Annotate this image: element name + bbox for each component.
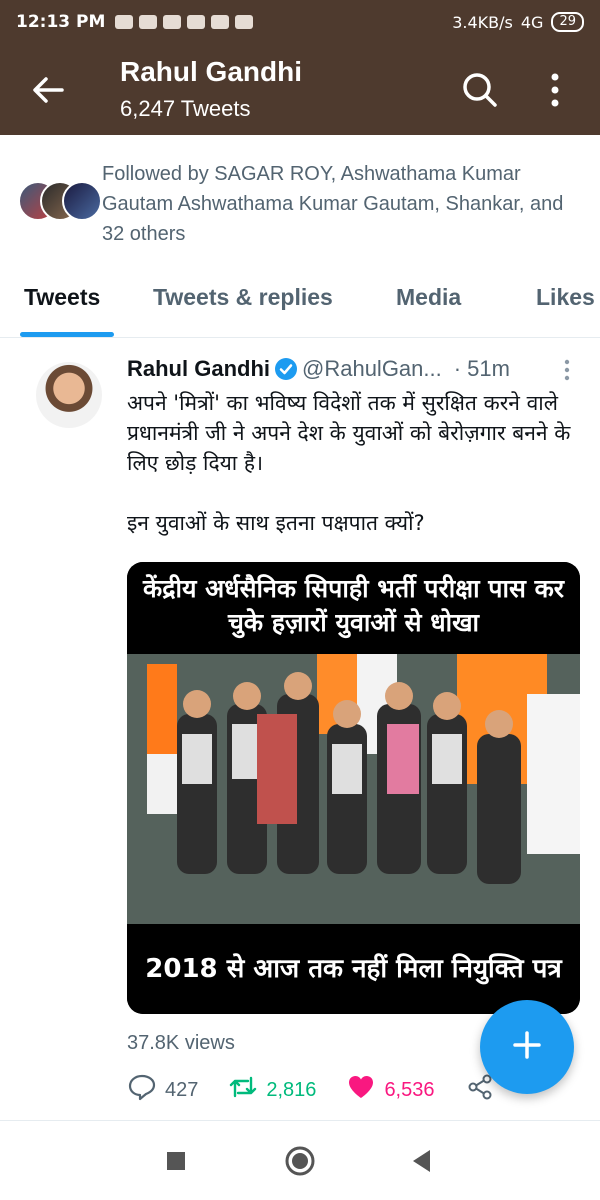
status-bar: 12:13 PM 3.4KB/s 4G 29 [0, 0, 600, 44]
reply-icon [127, 1072, 157, 1108]
media-footer: 2018 से आज तक नहीं मिला नियुक्ति पत्र [127, 924, 580, 1014]
tab-tweets[interactable]: Tweets [24, 284, 100, 311]
tweet-time: · 51m [453, 356, 510, 381]
followed-by-text: Followed by SAGAR ROY, Ashwathama Kumar … [102, 163, 564, 245]
reply-button[interactable]: 427 [127, 1072, 198, 1108]
recents-square-icon[interactable] [160, 1145, 192, 1177]
status-time: 12:13 PM [16, 12, 106, 32]
profile-title: Rahul Gandhi [120, 56, 302, 87]
retweet-count: 2,816 [266, 1078, 317, 1101]
tweet-count: 6,247 Tweets [120, 96, 251, 121]
like-button[interactable]: 6,536 [346, 1072, 435, 1108]
retweet-button[interactable]: 2,816 [228, 1072, 316, 1108]
home-circle-icon[interactable] [284, 1145, 316, 1177]
tweet-header: Rahul Gandhi @RahulGan... · 51m [127, 354, 587, 384]
back-triangle-icon[interactable] [406, 1145, 438, 1177]
notification-icons [115, 15, 254, 29]
compose-tweet-button[interactable] [480, 1000, 574, 1094]
notification-icon [163, 15, 182, 29]
share-icon [465, 1072, 495, 1108]
active-tab-indicator [20, 332, 114, 337]
status-right: 3.4KB/s 4G 29 [452, 12, 584, 32]
media-photo [127, 654, 580, 924]
notification-icon [211, 15, 230, 29]
followed-by-section[interactable]: Followed by SAGAR ROY, Ashwathama Kumar … [0, 145, 600, 255]
profile-app-bar: Rahul Gandhi 6,247 Tweets [0, 44, 600, 135]
arrow-left-icon[interactable] [28, 70, 68, 110]
avatar [62, 181, 102, 221]
author-handle[interactable]: @RahulGan... [302, 356, 442, 382]
notification-icon [187, 15, 206, 29]
avatar[interactable] [36, 362, 102, 428]
reply-count: 427 [165, 1078, 199, 1101]
like-count: 6,536 [384, 1078, 435, 1101]
notification-icon [139, 15, 158, 29]
profile-tabs: Tweets Tweets & replies Media Likes [0, 268, 600, 338]
tab-likes[interactable]: Likes [536, 284, 595, 311]
network-speed: 3.4KB/s [452, 12, 513, 32]
battery-indicator: 29 [551, 12, 584, 32]
follower-avatars [18, 181, 102, 221]
retweet-icon [228, 1072, 258, 1108]
more-vertical-icon[interactable] [560, 358, 574, 382]
share-button[interactable] [465, 1072, 495, 1108]
network-type: 4G [520, 12, 544, 32]
heart-icon [346, 1072, 376, 1108]
notification-icon [235, 15, 254, 29]
view-count[interactable]: 37.8K views [127, 1032, 235, 1055]
notification-icon [115, 15, 134, 29]
tweet-body: अपने 'मित्रों' का भविष्य विदेशों तक में … [127, 388, 587, 538]
tweet-actions: 427 2,816 6,536 [127, 1072, 527, 1108]
search-icon[interactable] [460, 70, 500, 110]
plus-icon [507, 1025, 547, 1069]
media-headline: केंद्रीय अर्धसैनिक सिपाही भर्ती परीक्षा … [127, 562, 580, 654]
tab-media[interactable]: Media [396, 284, 461, 311]
more-vertical-icon[interactable] [540, 70, 570, 110]
tweet-text: अपने 'मित्रों' का भविष्य विदेशों तक में … [127, 391, 571, 475]
tweet-text: इन युवाओं के साथ इतना पक्षपात क्यों? [127, 511, 425, 535]
tab-tweets-replies[interactable]: Tweets & replies [153, 284, 333, 311]
author-name[interactable]: Rahul Gandhi [127, 356, 270, 382]
tweet-media[interactable]: केंद्रीय अर्धसैनिक सिपाही भर्ती परीक्षा … [127, 562, 580, 1014]
verified-badge-icon [274, 357, 298, 381]
system-navigation-bar [0, 1120, 600, 1200]
